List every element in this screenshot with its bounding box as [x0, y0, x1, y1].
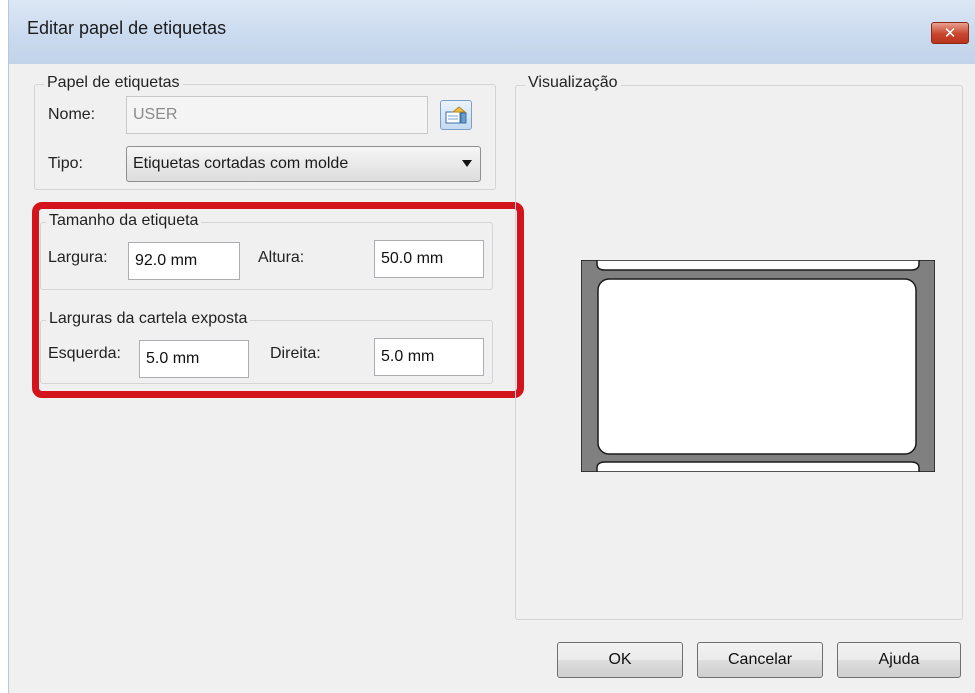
name-label: Nome:	[48, 106, 96, 123]
label-bottom-partial	[596, 461, 920, 472]
window-title: Editar papel de etiquetas	[27, 18, 227, 38]
preview-legend: Visualização	[525, 74, 621, 92]
cancel-button[interactable]: Cancelar	[697, 642, 823, 678]
type-label: Tipo:	[48, 155, 83, 172]
paper-library-button[interactable]	[440, 100, 472, 130]
close-button[interactable]: ✕	[931, 22, 969, 44]
help-button[interactable]: Ajuda	[837, 642, 961, 678]
name-field[interactable]: USER	[126, 96, 428, 134]
ok-button[interactable]: OK	[557, 642, 683, 678]
label-shape	[597, 278, 917, 455]
label-preview	[581, 260, 935, 472]
close-icon: ✕	[943, 24, 957, 42]
paper-library-icon	[445, 106, 467, 124]
title-bar: Editar papel de etiquetas ✕	[9, 0, 975, 64]
red-highlight-box	[32, 202, 524, 398]
type-select-value: Etiquetas cortadas com molde	[133, 155, 349, 172]
label-top-partial	[596, 260, 920, 271]
chevron-down-icon	[462, 160, 472, 167]
paper-group-legend: Papel de etiquetas	[44, 74, 183, 92]
type-select[interactable]: Etiquetas cortadas com molde	[126, 146, 481, 182]
